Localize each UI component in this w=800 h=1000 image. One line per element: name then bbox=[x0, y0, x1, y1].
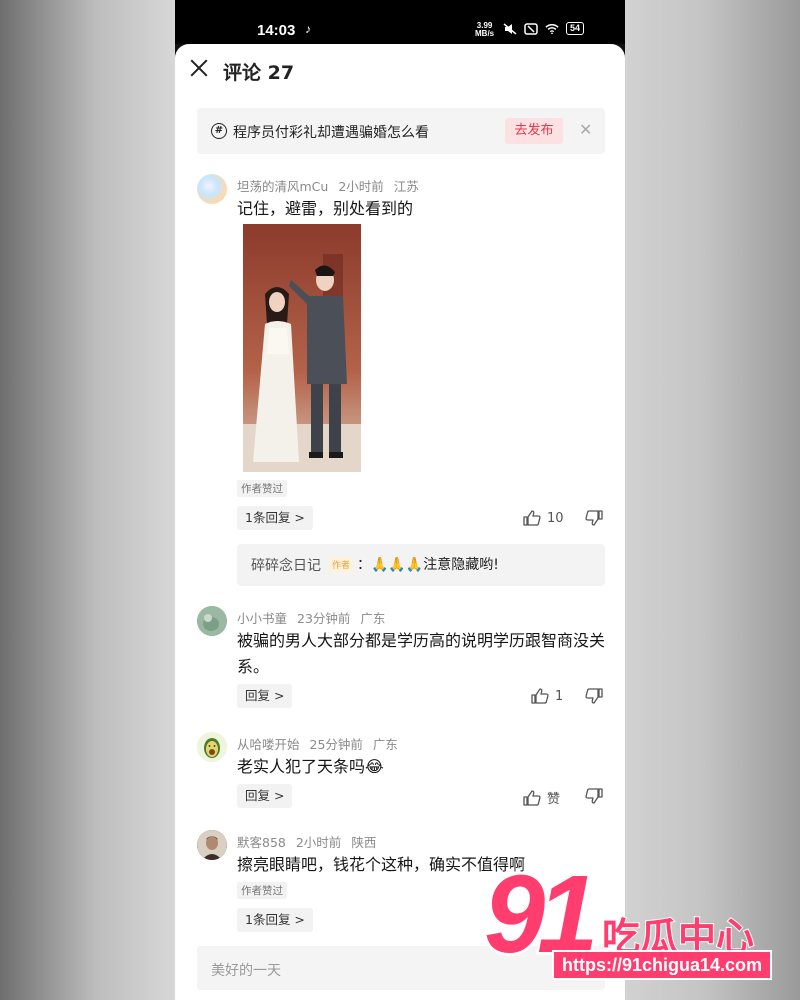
comment-username[interactable]: 从哈喽开始 bbox=[237, 737, 300, 752]
like-label: 赞 bbox=[547, 792, 561, 807]
avatar[interactable] bbox=[197, 174, 227, 204]
thumbs-down-icon[interactable] bbox=[585, 510, 603, 526]
sub-reply-text: ：🙏🙏🙏注意隐藏哟! bbox=[357, 557, 499, 573]
like-button[interactable]: 1 bbox=[531, 688, 573, 704]
avatar[interactable] bbox=[197, 830, 227, 860]
comment-username[interactable]: 默客858 bbox=[237, 835, 286, 850]
comment-image[interactable] bbox=[243, 224, 361, 472]
like-button[interactable]: 10 bbox=[523, 510, 565, 526]
comment-meta: 默客858 2小时前 陕西 bbox=[237, 832, 386, 851]
comment-time: 25分钟前 bbox=[309, 737, 363, 752]
tiktok-icon: ♪ bbox=[305, 22, 311, 36]
comment-location: 陕西 bbox=[351, 835, 377, 850]
author-liked-badge: 作者赞过 bbox=[237, 882, 287, 899]
comment-time: 2小时前 bbox=[295, 835, 342, 850]
comment-meta: 小小书童 23分钟前 广东 bbox=[237, 608, 395, 627]
comment-item: 从哈喽开始 25分钟前 广东 老实人犯了天条吗😂 回复 > 赞 bbox=[175, 732, 625, 822]
comments-header: 评论 27 bbox=[175, 54, 625, 86]
like-button[interactable]: 赞 bbox=[523, 788, 565, 807]
comment-item: 小小书童 23分钟前 广东 被骗的男人大部分都是学历高的说明学历跟智商没关系。 回复… bbox=[175, 606, 625, 716]
comment-location: 江苏 bbox=[393, 179, 419, 194]
comment-time: 2小时前 bbox=[338, 179, 384, 194]
comment-username[interactable]: 小小书童 bbox=[237, 611, 287, 626]
comment-location: 广东 bbox=[372, 737, 398, 752]
hashtag-icon: # bbox=[211, 123, 227, 139]
network-speed-unit: MB/s bbox=[475, 29, 495, 38]
author-liked-badge: 作者赞过 bbox=[237, 480, 287, 497]
publish-button[interactable]: 去发布 bbox=[505, 118, 563, 144]
avatar-image bbox=[197, 830, 227, 860]
mute-icon bbox=[503, 22, 517, 35]
watermark-url: https://91chigua14.com bbox=[552, 950, 773, 980]
avocado-avatar-icon bbox=[197, 732, 227, 762]
wifi-icon bbox=[545, 23, 559, 34]
comments-title: 评论 27 bbox=[223, 62, 295, 84]
thumbs-up-icon bbox=[523, 510, 541, 526]
thumbs-down-icon[interactable] bbox=[585, 688, 603, 704]
comment-time: 23分钟前 bbox=[297, 611, 351, 626]
comment-input-placeholder: 美好的一天 bbox=[211, 963, 281, 979]
phone-screen: 14:03 ♪ 3.99 MB/s 54 评论 27 # 程序员付彩礼却遭遇骗婚… bbox=[175, 0, 625, 1000]
topic-banner[interactable]: # 程序员付彩礼却遭遇骗婚怎么看 去发布 ✕ bbox=[197, 108, 605, 154]
topic-close-icon[interactable]: ✕ bbox=[579, 120, 592, 139]
thumbs-down-icon[interactable] bbox=[585, 788, 603, 804]
like-count: 1 bbox=[555, 688, 564, 704]
view-replies-button[interactable]: 1条回复 > bbox=[237, 908, 313, 932]
comment-meta: 坦荡的清风mCu 2小时前 江苏 bbox=[237, 176, 429, 195]
comment-location: 广东 bbox=[360, 611, 386, 626]
wedding-photo-image bbox=[243, 224, 361, 472]
thumbs-up-icon bbox=[523, 789, 541, 806]
comment-text: 老实人犯了天条吗😂 bbox=[237, 757, 384, 776]
battery-icon: 54 bbox=[566, 22, 585, 35]
sim-icon bbox=[524, 22, 538, 35]
comment-username[interactable]: 坦荡的清风mCu bbox=[237, 179, 328, 194]
view-replies-button[interactable]: 1条回复 > bbox=[237, 506, 313, 530]
sub-reply-username[interactable]: 碎碎念日记 bbox=[251, 555, 321, 575]
reply-button[interactable]: 回复 > bbox=[237, 684, 293, 708]
comment-text: 被骗的男人大部分都是学历高的说明学历跟智商没关系。 bbox=[237, 631, 606, 676]
comment-meta: 从哈喽开始 25分钟前 广东 bbox=[237, 734, 408, 753]
like-count: 10 bbox=[547, 510, 564, 526]
network-speed: 3.99 MB/s bbox=[475, 22, 494, 38]
reply-button[interactable]: 回复 > bbox=[237, 784, 293, 808]
status-bar: 14:03 ♪ 3.99 MB/s 54 bbox=[175, 0, 625, 44]
avatar[interactable] bbox=[197, 606, 227, 636]
topic-text[interactable]: 程序员付彩礼却遭遇骗婚怎么看 bbox=[233, 122, 429, 142]
status-icons: 54 bbox=[503, 22, 585, 35]
watermark-logo: 91 吃瓜中心 https://91chigua14.com bbox=[480, 857, 800, 1000]
status-time: 14:03 bbox=[257, 22, 296, 39]
sub-reply[interactable]: 碎碎念日记 作者 ：🙏🙏🙏注意隐藏哟! bbox=[237, 544, 605, 586]
author-tag: 作者 bbox=[329, 557, 354, 572]
avatar[interactable] bbox=[197, 732, 227, 762]
avatar-image bbox=[197, 606, 227, 636]
comment-text: 记住，避雷，别处看到的 bbox=[237, 199, 414, 218]
close-icon[interactable] bbox=[189, 58, 209, 78]
thumbs-up-icon bbox=[531, 688, 549, 704]
